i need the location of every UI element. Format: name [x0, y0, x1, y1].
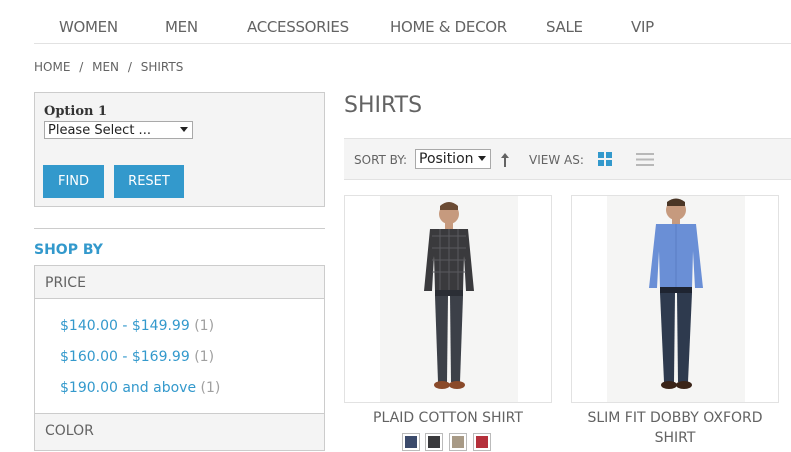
sort-direction-arrow-icon[interactable] [500, 152, 510, 168]
sort-by-label: SORT BY: [354, 153, 408, 167]
breadcrumb-current: SHIRTS [140, 60, 184, 74]
price-range-item[interactable]: $140.00 - $149.99 (1) [60, 318, 214, 334]
chevron-down-icon [478, 156, 486, 161]
color-swatch[interactable] [425, 433, 443, 451]
price-range-count: (1) [200, 380, 221, 396]
nav-item-women[interactable]: WOMEN [59, 18, 118, 36]
find-button[interactable]: FIND [43, 165, 104, 198]
product-image-link[interactable] [344, 195, 552, 403]
price-range-count: (1) [194, 349, 215, 365]
option-select-value: Please Select ... [48, 123, 151, 138]
product-image-link[interactable] [571, 195, 779, 403]
sort-toolbar: SORT BY: Position VIEW AS: [344, 138, 791, 180]
swatch-color [452, 436, 464, 448]
price-range-count: (1) [194, 318, 215, 334]
option-filter-box: Option 1 Please Select ... FIND RESET [34, 92, 325, 207]
product-image [607, 196, 745, 402]
grid-view-icon[interactable] [598, 152, 612, 166]
price-range-link[interactable]: $140.00 - $149.99 [60, 318, 190, 334]
breadcrumb-home[interactable]: HOME [34, 60, 70, 74]
swatch-color [405, 436, 417, 448]
sort-select[interactable]: Position [415, 149, 491, 169]
breadcrumb-separator: / [79, 60, 84, 74]
color-facet-header[interactable]: COLOR [34, 413, 325, 451]
color-swatch[interactable] [449, 433, 467, 451]
product-image [380, 196, 518, 402]
nav-item-men[interactable]: MEN [165, 18, 198, 36]
option-select[interactable]: Please Select ... [44, 121, 193, 139]
nav-item-home-decor[interactable]: HOME & DECOR [390, 18, 507, 36]
breadcrumb-separator: / [127, 60, 132, 74]
shop-by-title: SHOP BY [34, 242, 103, 258]
list-view-icon[interactable] [636, 153, 654, 166]
product-name-line: SHIRT [654, 430, 696, 446]
page-title: SHIRTS [344, 93, 423, 118]
sidebar-divider [34, 228, 325, 229]
product-name[interactable]: SLIM FIT DOBBY OXFORD SHIRT [571, 408, 779, 448]
main-navigation: WOMEN MEN ACCESSORIES HOME & DECOR SALE … [34, 0, 791, 44]
price-range-link[interactable]: $160.00 - $169.99 [60, 349, 190, 365]
swatch-color [428, 436, 440, 448]
price-facet-header[interactable]: PRICE [34, 265, 325, 299]
nav-item-sale[interactable]: SALE [546, 18, 583, 36]
option-label: Option 1 [44, 104, 108, 119]
sort-select-value: Position [419, 151, 474, 167]
product-name[interactable]: PLAID COTTON SHIRT [344, 408, 552, 428]
color-swatch[interactable] [473, 433, 491, 451]
swatch-color [476, 436, 488, 448]
price-range-link[interactable]: $190.00 and above [60, 380, 196, 396]
price-facet-list: $140.00 - $149.99 (1) $160.00 - $169.99 … [34, 299, 325, 414]
color-swatch[interactable] [402, 433, 420, 451]
nav-item-vip[interactable]: VIP [631, 18, 654, 36]
breadcrumb: HOME / MEN / SHIRTS [34, 60, 188, 74]
breadcrumb-men[interactable]: MEN [92, 60, 119, 74]
price-range-item[interactable]: $190.00 and above (1) [60, 380, 220, 396]
view-as-label: VIEW AS: [529, 153, 584, 167]
price-range-item[interactable]: $160.00 - $169.99 (1) [60, 349, 214, 365]
product-name-line: SLIM FIT DOBBY OXFORD [587, 410, 763, 426]
chevron-down-icon [180, 127, 188, 132]
reset-button[interactable]: RESET [114, 165, 184, 198]
nav-item-accessories[interactable]: ACCESSORIES [247, 18, 349, 36]
